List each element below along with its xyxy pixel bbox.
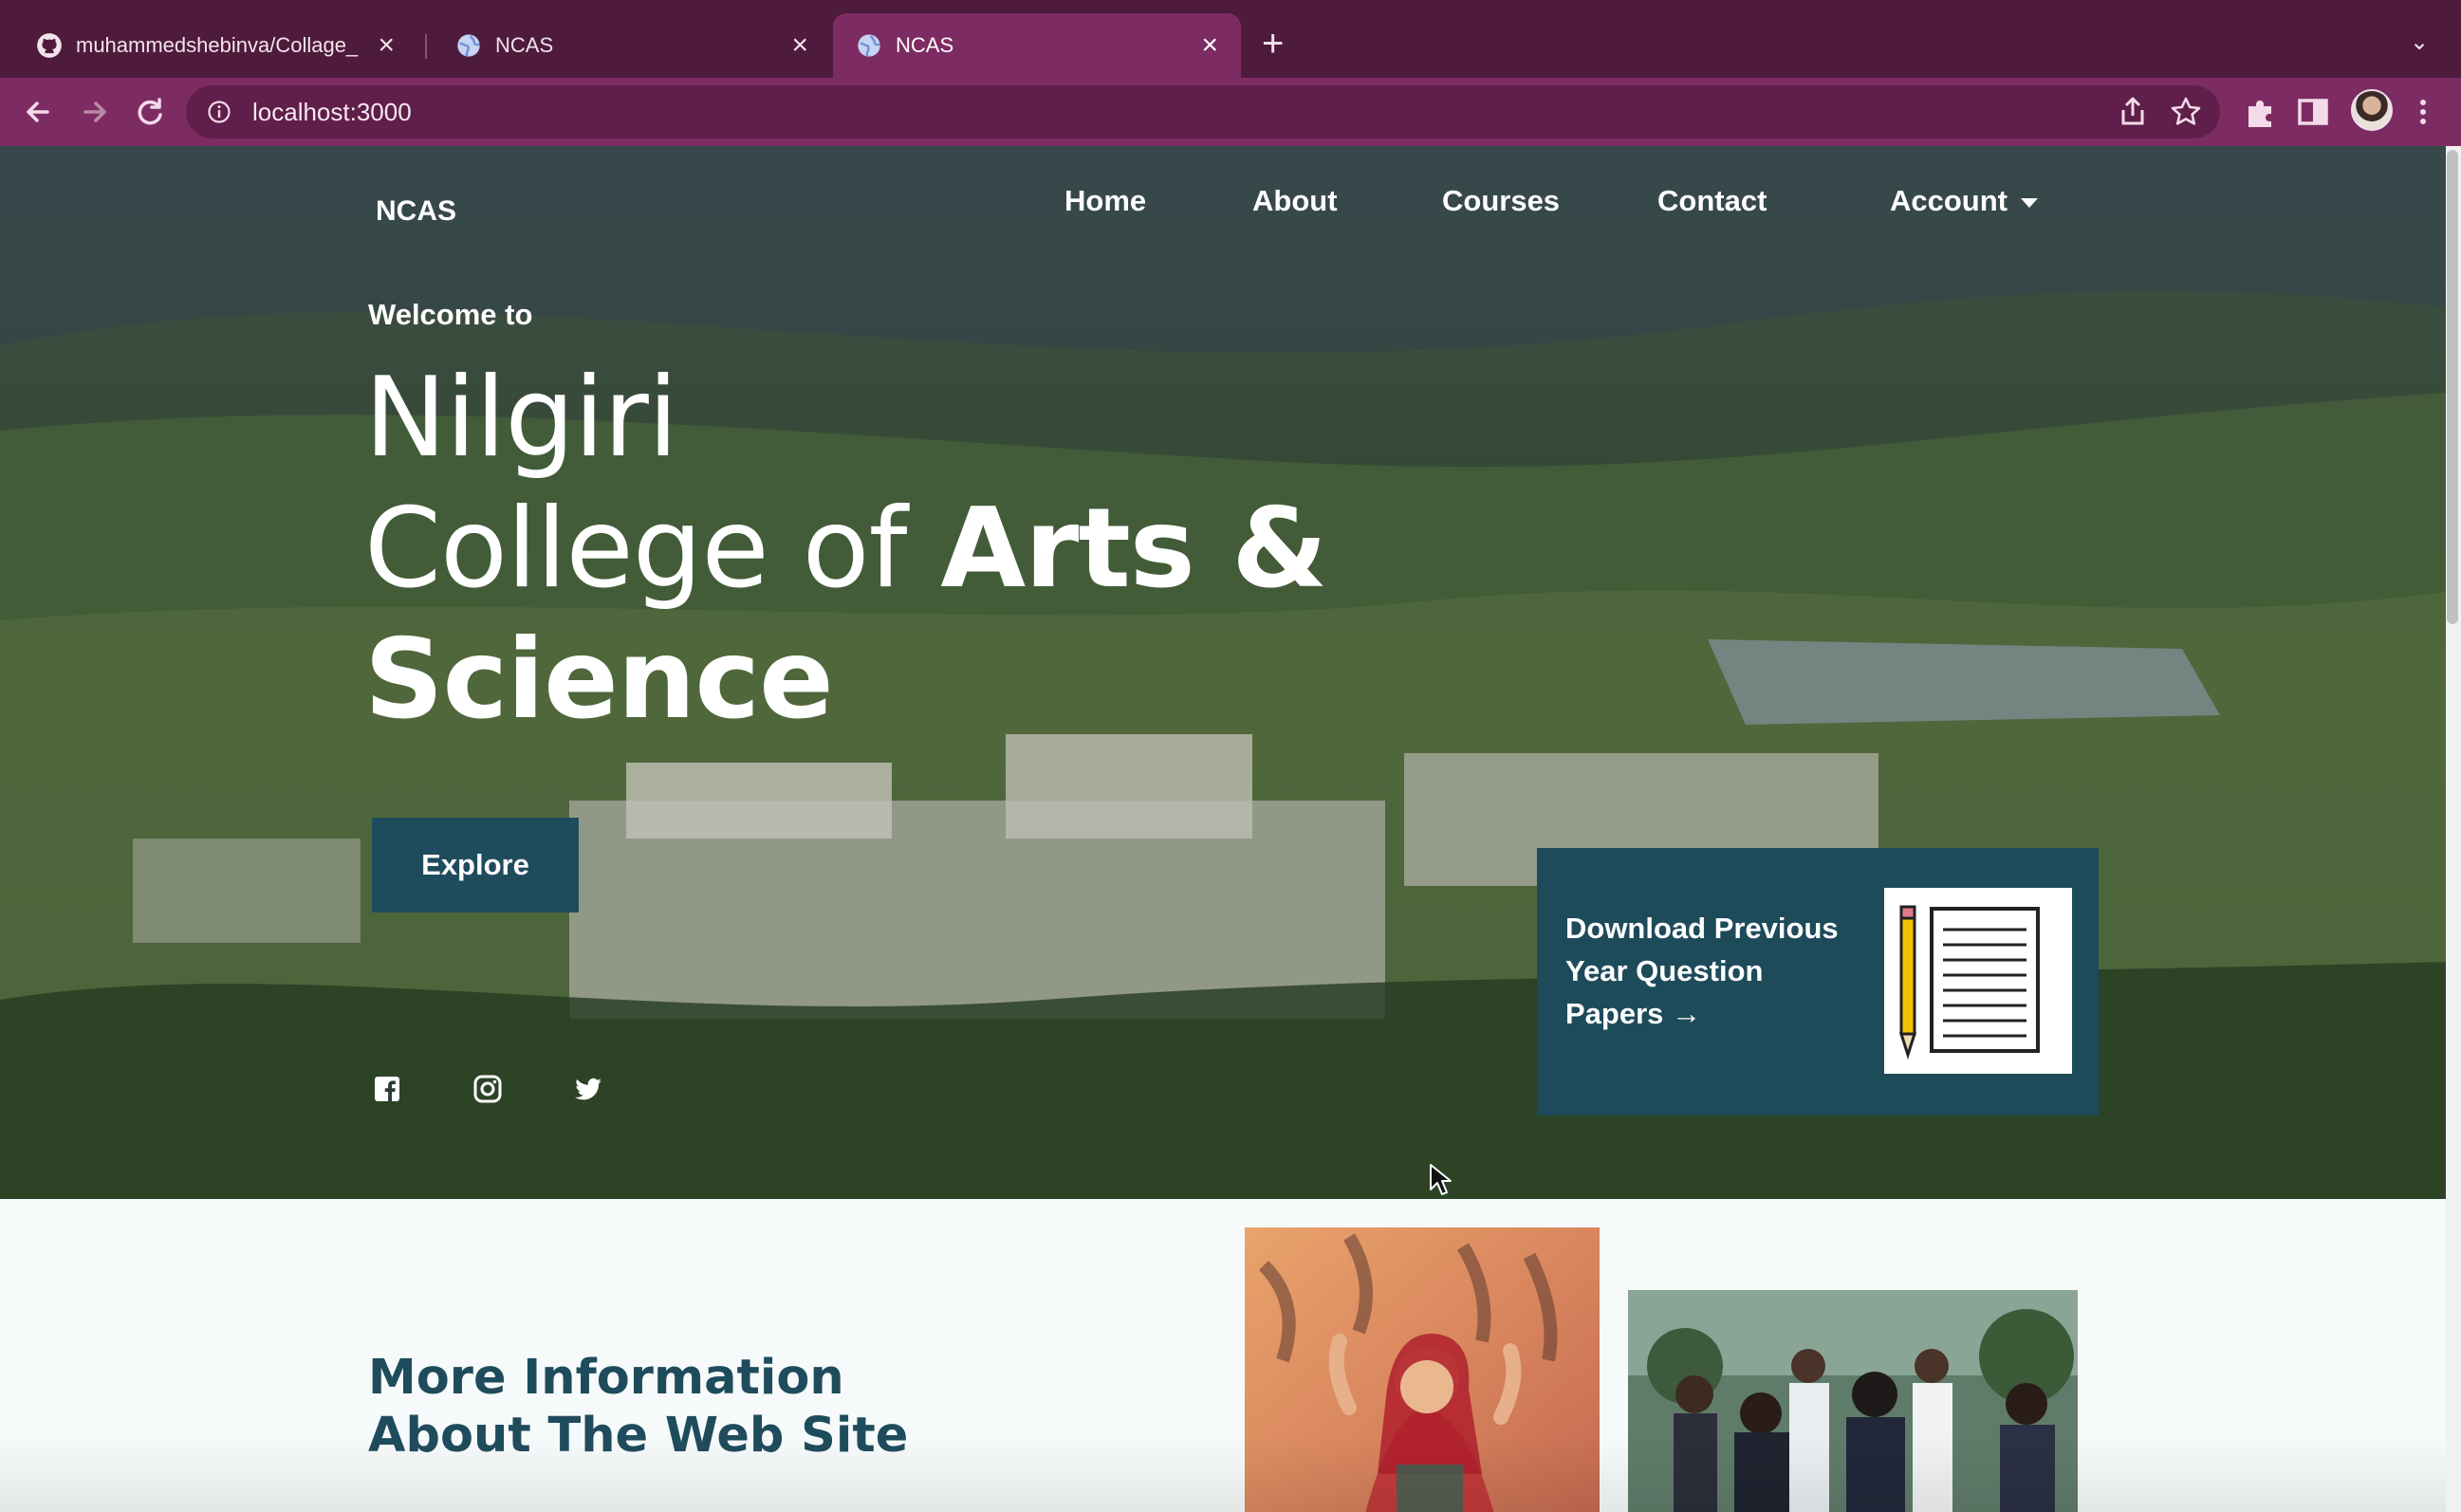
scrollbar-thumb[interactable] <box>2447 150 2458 624</box>
tab-title: muhammedshebinva/Collage_ <box>76 33 359 57</box>
notepad-pencil-illustration <box>1884 888 2072 1074</box>
promo-text: Download Previous Year Question Papers <box>1565 912 1839 1030</box>
notepad-icon <box>1898 905 2040 1060</box>
tab-close-button[interactable]: × <box>791 31 808 60</box>
nav-account-label: Account <box>1890 184 2008 217</box>
tab-title: NCAS <box>896 33 954 57</box>
tab-close-button[interactable]: × <box>1201 31 1218 60</box>
extensions-puzzle-icon[interactable] <box>2241 93 2279 131</box>
globe-icon <box>858 34 880 58</box>
twitter-icon[interactable] <box>573 1074 603 1104</box>
browser-toolbar: localhost:3000 <box>0 78 2461 146</box>
explore-button[interactable]: Explore <box>372 818 579 913</box>
url-text[interactable]: localhost:3000 <box>252 98 412 127</box>
nav-account-dropdown[interactable]: Account <box>1890 184 2038 218</box>
back-arrow-icon[interactable] <box>19 93 57 131</box>
tab-title: NCAS <box>495 33 554 57</box>
arrow-right-icon: → <box>1672 997 1702 1030</box>
welcome-text: Welcome to <box>368 298 533 331</box>
site-logo[interactable]: NCAS <box>376 195 456 228</box>
bookmark-star-icon[interactable] <box>2169 95 2203 129</box>
question-papers-link[interactable]: Download Previous Year Question Papers → <box>1565 907 1850 1035</box>
tab-ncas-1[interactable]: NCAS × <box>433 13 831 78</box>
nav-about[interactable]: About <box>1252 184 1338 218</box>
side-panel-icon[interactable] <box>2294 93 2332 131</box>
question-papers-card[interactable]: Download Previous Year Question Papers → <box>1537 848 2099 1116</box>
tab-search-chevron-icon[interactable]: ⌄ <box>2410 28 2429 56</box>
reload-icon[interactable] <box>131 93 169 131</box>
browser-menu-icon[interactable] <box>2404 93 2442 131</box>
nav-courses[interactable]: Courses <box>1442 184 1560 218</box>
tab-close-button[interactable]: × <box>378 31 395 60</box>
tab-separator <box>425 34 427 59</box>
profile-avatar[interactable] <box>2351 89 2393 131</box>
globe-icon <box>457 34 480 58</box>
headline-regular: College of <box>364 485 941 613</box>
headline-line-2: College of Arts & <box>364 484 1327 615</box>
college-name-heading: Nilgiri College of Arts & Science <box>364 353 1327 746</box>
headline-line-1: Nilgiri <box>364 354 678 482</box>
bottom-shadow-overlay <box>0 1436 2446 1512</box>
facebook-icon[interactable] <box>372 1074 402 1104</box>
nav-contact[interactable]: Contact <box>1657 184 1767 218</box>
nav-home[interactable]: Home <box>1064 184 1146 218</box>
tab-ncas-active[interactable]: NCAS × <box>833 13 1241 78</box>
mouse-cursor-icon <box>1430 1164 1452 1195</box>
section-heading-line-1: More Information <box>368 1350 844 1406</box>
new-tab-button[interactable]: + <box>1262 25 1284 63</box>
caret-down-icon <box>2021 197 2038 208</box>
github-icon <box>37 33 62 58</box>
headline-bold: Science <box>364 616 834 744</box>
tab-github[interactable]: muhammedshebinva/Collage_ × <box>13 13 417 78</box>
share-icon[interactable] <box>2116 95 2150 129</box>
address-bar[interactable]: localhost:3000 <box>186 85 2220 138</box>
forward-arrow-icon[interactable] <box>76 93 114 131</box>
headline-line-3: Science <box>364 615 1326 746</box>
site-info-icon[interactable] <box>207 100 231 124</box>
browser-tab-strip: muhammedshebinva/Collage_ × NCAS × NCAS … <box>0 0 2461 80</box>
headline-bold: Arts & <box>940 485 1327 613</box>
hero-section: NCAS Home About Courses Contact Account … <box>0 146 2446 1199</box>
instagram-icon[interactable] <box>472 1074 503 1104</box>
page-viewport: NCAS Home About Courses Contact Account … <box>0 146 2446 1512</box>
